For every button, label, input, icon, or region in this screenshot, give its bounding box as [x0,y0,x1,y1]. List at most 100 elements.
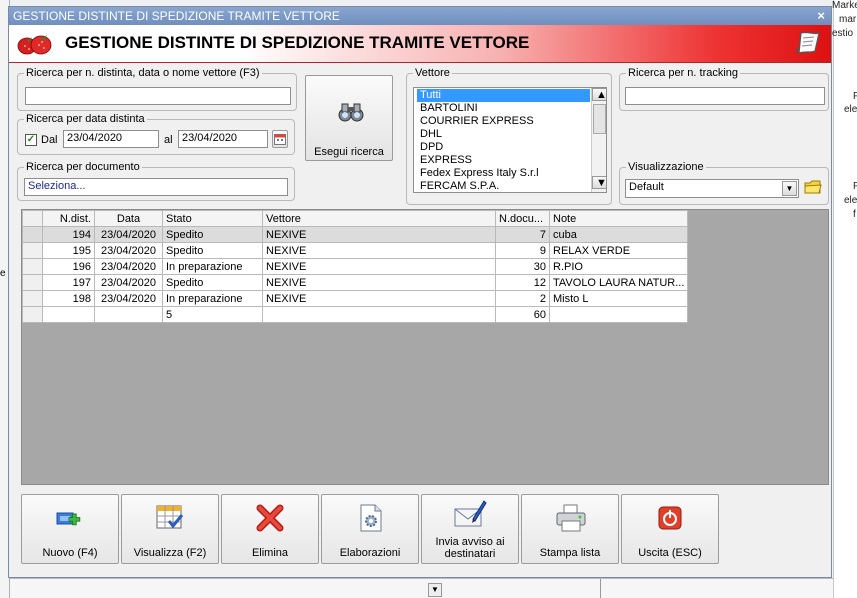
column-header-stato[interactable]: Stato [162,210,263,227]
main-window: GESTIONE DISTINTE DI SPEDIZIONE TRAMITE … [8,6,832,578]
table-row[interactable]: 195 23/04/2020 Spedito NEXIVE 9 RELAX VERDE [22,242,689,259]
column-header-vettore[interactable]: Vettore [262,210,496,227]
row-header-corner [22,210,43,227]
table-cell: NEXIVE [262,290,496,307]
table-cell: RELAX VERDE [548,242,689,259]
column-header-note[interactable]: Note [548,210,689,227]
table-cell: NEXIVE [262,242,496,259]
background-text: ele [844,104,857,115]
vettore-list-item[interactable]: Tutti [417,89,590,102]
scroll-thumb[interactable] [593,104,606,134]
process-button[interactable]: Elaborazioni [321,494,419,564]
table-cell: 5 [162,306,263,323]
chevron-down-icon[interactable]: ▼ [782,181,797,196]
date-search-label: Ricerca per data distinta [24,113,147,125]
view-button[interactable]: Visualizza (F2) [121,494,219,564]
printer-icon [556,504,586,532]
background-text: mar [839,14,857,25]
row-header[interactable] [22,290,43,307]
dal-checkbox[interactable]: ✓ [25,134,37,146]
vettore-list-item[interactable]: DPD [417,141,590,154]
table-cell: 196 [42,258,95,275]
table-totals-row[interactable]: 5 60 [22,306,689,323]
window-title: GESTIONE DISTINTE DI SPEDIZIONE TRAMITE … [13,9,340,23]
tracking-label: Ricerca per n. tracking [626,67,741,79]
background-app-right: Marke mar estio F ele F ele f [832,0,857,598]
date-search-group: Ricerca per data distinta ✓ Dal 23/04/20… [17,113,295,155]
tracking-input[interactable] [625,87,825,105]
vettore-list-item[interactable]: EXPRESS [417,154,590,167]
table-cell: Spedito [162,274,263,291]
print-list-button[interactable]: Stampa lista [521,494,619,564]
scroll-up-button[interactable]: ▲ [592,88,606,101]
table-row[interactable]: 197 23/04/2020 Spedito NEXIVE 12 TAVOLO LAURA… [22,274,689,291]
distinte-grid: N.dist. Data Stato Vettore N.docu... Not… [21,209,829,485]
table-cell: In preparazione [162,258,263,275]
header-title: GESTIONE DISTINTE DI SPEDIZIONE TRAMITE … [65,33,530,52]
table-row[interactable]: 194 23/04/2020 Spedito NEXIVE 7 cuba [22,226,689,243]
table-cell: In preparazione [162,290,263,307]
vettore-group: Vettore Tutti BARTOLINI COURRIER EXPRESS DH… [406,67,612,205]
vettore-list-item[interactable]: DHL [417,128,590,141]
table-cell: NEXIVE [262,274,496,291]
process-button-label: Elaborazioni [339,547,401,559]
strawberry-logo-icon [17,35,52,55]
table-cell: 23/04/2020 [94,290,163,307]
table-row[interactable]: 198 23/04/2020 In preparazione NEXIVE 2 Misto… [22,290,689,307]
vettore-list-item[interactable]: Fedex Express Italy S.r.l [417,167,590,180]
distinta-search-label: Ricerca per n. distinta, data o nome vet… [24,67,262,79]
table-cell: 60 [495,306,550,323]
row-header[interactable] [22,242,43,259]
search-button[interactable]: Esegui ricerca [305,75,393,161]
date-to-input[interactable]: 23/04/2020 [178,130,268,148]
vettore-list-item[interactable]: FERCAM S.P.A. [417,180,590,192]
vettore-label: Vettore [413,67,452,79]
scroll-down-button[interactable]: ▼ [592,176,606,189]
row-header[interactable] [22,306,43,323]
visualizzazione-select[interactable]: Default ▼ [625,179,799,198]
table-cell: Misto L [548,290,689,307]
table-cell: 30 [495,258,550,275]
document-search-group: Ricerca per documento Seleziona... [17,161,295,201]
visualizzazione-label: Visualizzazione [626,161,706,173]
row-header[interactable] [22,226,43,243]
folder-icon[interactable] [804,179,822,195]
table-header-row: N.dist. Data Stato Vettore N.docu... Not… [22,210,689,227]
column-header-ndocumenti[interactable]: N.docu... [495,210,550,227]
column-header-data[interactable]: Data [94,210,163,227]
send-notice-button[interactable]: Invia avviso ai destinatari [421,494,519,564]
distinta-search-input[interactable] [25,87,291,105]
visualizzazione-group: Visualizzazione Default ▼ [619,161,829,205]
new-button[interactable]: Nuovo (F4) [21,494,119,564]
row-header[interactable] [22,274,43,291]
vettore-list[interactable]: Tutti BARTOLINI COURRIER EXPRESS DHL DPD EXPR… [413,87,607,193]
vettore-list-item[interactable]: COURRIER EXPRESS [417,115,590,128]
table-row[interactable]: 196 23/04/2020 In preparazione NEXIVE 30 R.PI… [22,258,689,275]
background-text: F [853,91,857,102]
background-text: ele [844,195,857,206]
search-button-label: Esegui ricerca [314,146,384,158]
table-cell: NEXIVE [262,258,496,275]
background-text: Marke [832,0,857,11]
row-header[interactable] [22,258,43,275]
close-button[interactable]: × [817,8,825,23]
calendar-button[interactable] [272,130,288,148]
vettore-scrollbar[interactable]: ▲ ▼ [591,88,606,192]
date-from-input[interactable]: 23/04/2020 [63,130,159,148]
table-cell: Spedito [162,242,263,259]
vettore-list-item[interactable]: BARTOLINI [417,102,590,115]
table-cell: NEXIVE [262,226,496,243]
column-header-ndist[interactable]: N.dist. [42,210,95,227]
action-toolbar: Nuovo (F4) Visualizza (F2) Elimina Elabo… [21,494,829,566]
delete-button[interactable]: Elimina [221,494,319,564]
background-app-bottom: ▼ [10,578,833,598]
table-cell [94,306,163,323]
exit-button[interactable]: Uscita (ESC) [621,494,719,564]
exit-icon [658,506,682,530]
document-select[interactable]: Seleziona... [24,178,288,196]
table-cell: R.PIO [548,258,689,275]
table-cell: 195 [42,242,95,259]
al-label: al [164,134,173,146]
table-cell: 23/04/2020 [94,242,163,259]
calendar-icon [274,134,286,145]
